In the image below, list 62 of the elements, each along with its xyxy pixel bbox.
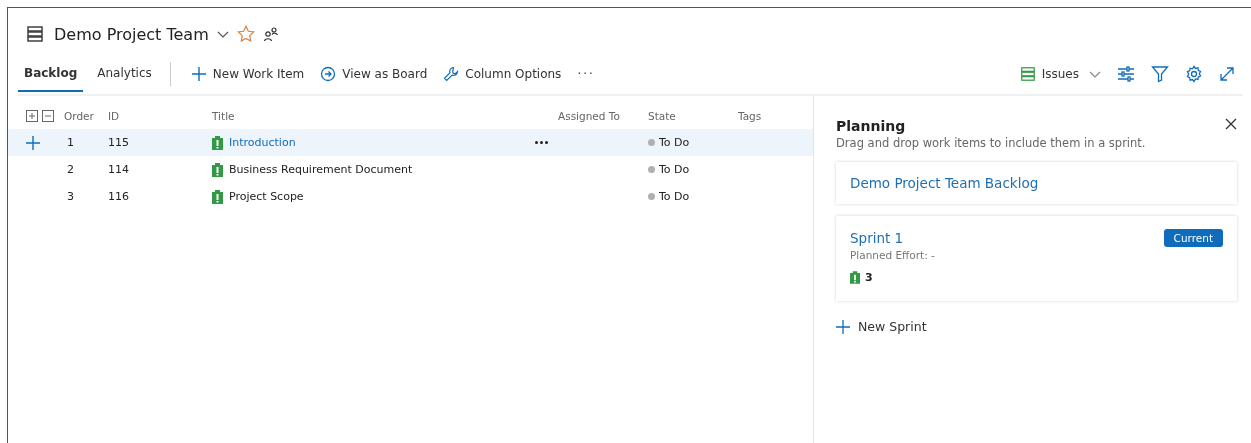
issue-icon: [850, 271, 860, 284]
sliders-icon[interactable]: [1117, 65, 1135, 83]
table-row[interactable]: 3 116 Project Scope To Do: [8, 183, 813, 210]
issue-icon: [212, 189, 223, 204]
panel-title: Planning: [836, 118, 907, 134]
column-header[interactable]: Assigned To: [558, 109, 648, 122]
state-label: To Do: [659, 190, 690, 203]
issue-icon: [212, 135, 223, 150]
expand-all-icon[interactable]: [26, 109, 38, 122]
planned-effort: Planned Effort: -: [850, 249, 936, 261]
backlog-icon: [1019, 66, 1036, 82]
plus-icon: [190, 66, 207, 82]
sprint-link[interactable]: Sprint 1: [850, 230, 904, 246]
table-cell-text: 115: [108, 136, 130, 149]
star-icon[interactable]: [236, 25, 255, 43]
table-cell-text: 114: [108, 163, 130, 176]
work-item-title[interactable]: Business Requirement Document: [229, 163, 413, 176]
table-cell-text: 1: [66, 136, 75, 149]
backlog-icon: [26, 25, 44, 43]
item-count: 3: [865, 271, 873, 284]
issue-icon: [212, 162, 223, 177]
state-label: To Do: [659, 136, 690, 149]
table-cell-text: 3: [66, 190, 75, 203]
more-button[interactable]: ···: [569, 63, 603, 85]
close-icon[interactable]: [1225, 118, 1237, 130]
work-item-type-dropdown[interactable]: Issues: [1011, 62, 1109, 86]
new-work-item-button[interactable]: New Work Item: [182, 62, 313, 86]
state-dot: [648, 193, 655, 200]
column-header[interactable]: Title: [212, 109, 558, 122]
work-item-title[interactable]: Introduction: [229, 136, 296, 149]
table-cell-text: 2: [66, 163, 75, 176]
team-title[interactable]: Demo Project Team: [54, 24, 209, 44]
filter-icon[interactable]: [1151, 65, 1169, 83]
panel-subtitle: Drag and drop work items to include them in a sprint.: [836, 136, 1146, 150]
wrench-icon: [443, 66, 460, 82]
state-dot: [648, 139, 655, 146]
arrow-circle-icon: [320, 66, 337, 82]
collapse-all-icon[interactable]: [42, 109, 54, 122]
plus-icon: [836, 319, 850, 334]
settings-icon[interactable]: [1185, 65, 1203, 83]
column-options-button[interactable]: Column Options: [435, 62, 570, 86]
view-as-board-button[interactable]: View as Board: [312, 62, 436, 86]
column-header[interactable]: ID: [108, 109, 212, 122]
new-sprint-button[interactable]: New Sprint: [836, 319, 927, 334]
column-header[interactable]: Order: [64, 109, 108, 122]
expand-icon[interactable]: [1219, 66, 1235, 82]
state-dot: [648, 166, 655, 173]
column-header[interactable]: Tags: [738, 109, 798, 122]
tab[interactable]: Analytics: [91, 56, 158, 92]
column-header[interactable]: State: [648, 109, 738, 122]
backlog-link[interactable]: Demo Project Team Backlog: [850, 175, 1223, 191]
backlog-card[interactable]: Demo Project Team Backlog: [836, 162, 1237, 204]
tab[interactable]: Backlog: [18, 56, 84, 92]
state-label: To Do: [659, 163, 690, 176]
work-item-title[interactable]: Project Scope: [229, 190, 304, 203]
table-row[interactable]: 2 114 Business Requirement Document To Do: [8, 156, 813, 183]
current-badge: Current: [1163, 229, 1223, 247]
table-row[interactable]: 1 115 Introduction To Do: [8, 129, 813, 156]
team-members-icon[interactable]: [262, 26, 279, 42]
sprint-card[interactable]: Sprint 1 Current Planned Effort: - 3: [836, 216, 1237, 301]
add-icon[interactable]: [26, 135, 40, 150]
table-cell-text: 116: [108, 190, 130, 203]
